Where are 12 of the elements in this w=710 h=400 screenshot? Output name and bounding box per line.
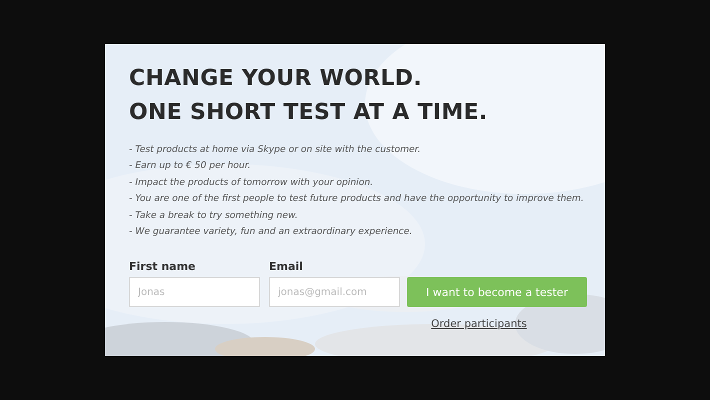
field-label: Email xyxy=(269,260,304,274)
bullet-text: - Test products at home via Skype or on site with the customer. xyxy=(129,143,422,157)
headline: ONE SHORT TEST AT A TIME. xyxy=(129,99,489,127)
field-label: First name xyxy=(129,260,197,274)
order-link[interactable]: Order participants xyxy=(389,318,569,330)
bullet-text: - Impact the products of tomorrow with your opinion. xyxy=(129,176,374,190)
bullet-text: - We guarantee variety, fun and an extraordinary experience. xyxy=(129,225,414,240)
bullet-text: - Earn up to € 50 per hour. xyxy=(129,159,252,174)
bullet-text: - You are one of the first people to test future products and have the opportunity to improve them. xyxy=(129,192,585,206)
headline: CHANGE YOUR WORLD. xyxy=(129,65,424,93)
bullet-text: - Take a break to try something new. xyxy=(129,208,299,223)
input-field[interactable]: jonas@gmail.com xyxy=(269,277,400,308)
